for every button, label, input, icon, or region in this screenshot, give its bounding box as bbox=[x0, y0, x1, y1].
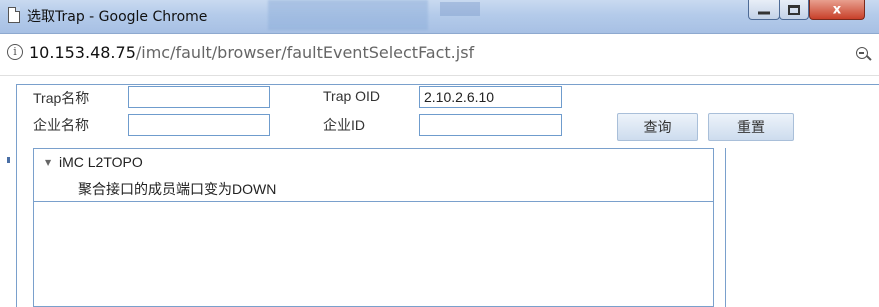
panel-divider bbox=[725, 148, 726, 307]
url-path: /imc/fault/browser/faultEventSelectFact.… bbox=[135, 43, 475, 62]
tree-node-l2topo[interactable]: iMC L2TOPO bbox=[59, 154, 143, 170]
titlebar-blur bbox=[268, 0, 428, 30]
trap-name-label: Trap名称 bbox=[33, 90, 90, 106]
address-bar[interactable]: i 10.153.48.75/imc/fault/browser/faultEv… bbox=[0, 34, 879, 76]
zoom-icon[interactable] bbox=[856, 47, 868, 59]
url-text[interactable]: 10.153.48.75/imc/fault/browser/faultEven… bbox=[29, 43, 474, 62]
side-marker bbox=[7, 157, 10, 163]
info-icon[interactable]: i bbox=[7, 44, 23, 60]
close-icon: x bbox=[832, 2, 842, 17]
close-button[interactable]: x bbox=[809, 0, 865, 20]
trap-oid-label: Trap OID bbox=[323, 88, 381, 104]
trap-name-input[interactable] bbox=[128, 86, 270, 108]
minimize-icon bbox=[758, 11, 770, 14]
reset-button[interactable]: 重置 bbox=[708, 113, 794, 141]
enterprise-id-label: 企业ID bbox=[323, 117, 365, 133]
expand-caret-icon[interactable]: ▼ bbox=[45, 158, 51, 167]
query-button[interactable]: 查询 bbox=[617, 113, 698, 141]
maximize-icon bbox=[788, 4, 800, 15]
enterprise-id-input[interactable] bbox=[419, 114, 562, 136]
enterprise-name-label: 企业名称 bbox=[33, 117, 89, 133]
tree-node-group: ▼ iMC L2TOPO 聚合接口的成员端口变为DOWN bbox=[34, 149, 713, 202]
titlebar-blur-small bbox=[440, 2, 480, 16]
page-icon bbox=[8, 7, 20, 23]
minimize-button[interactable] bbox=[748, 0, 780, 20]
trap-oid-input[interactable] bbox=[419, 86, 562, 108]
trap-tree: ▼ iMC L2TOPO 聚合接口的成员端口变为DOWN bbox=[33, 148, 714, 307]
enterprise-name-input[interactable] bbox=[128, 114, 270, 136]
tree-leaf-item[interactable]: 聚合接口的成员端口变为DOWN bbox=[78, 179, 276, 199]
window-titlebar: 选取Trap - Google Chrome x bbox=[0, 0, 879, 34]
maximize-button[interactable] bbox=[779, 0, 809, 20]
url-host: 10.153.48.75 bbox=[29, 43, 136, 62]
window-title: 选取Trap - Google Chrome bbox=[27, 9, 208, 25]
